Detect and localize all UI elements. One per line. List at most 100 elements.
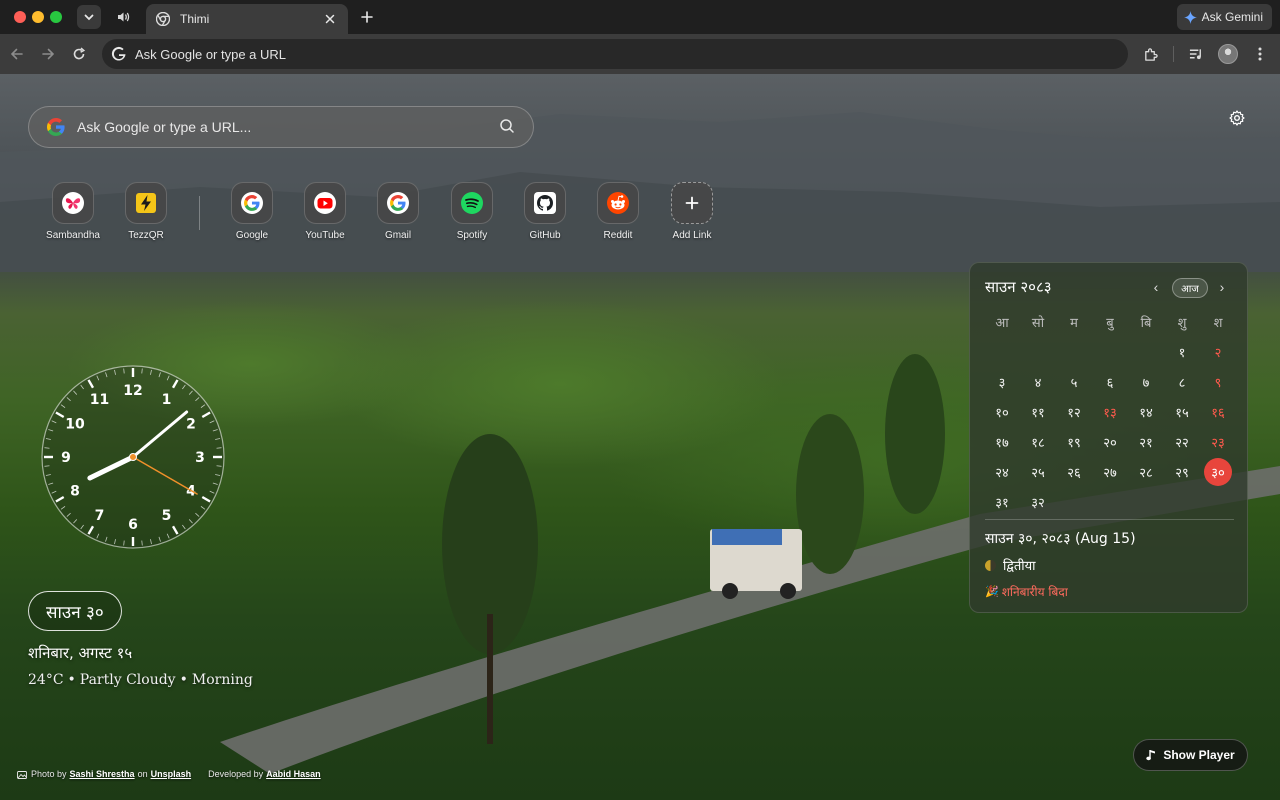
calendar-day[interactable]: ३० xyxy=(1200,457,1236,487)
calendar-today-button[interactable]: आज xyxy=(1172,278,1208,298)
active-tab[interactable]: Thimi xyxy=(146,4,348,34)
calendar-day[interactable]: १८ xyxy=(1020,427,1056,457)
developer-link[interactable]: Aabid Hasan xyxy=(266,769,321,779)
github-icon xyxy=(524,182,566,224)
calendar-day[interactable]: २९ xyxy=(1164,457,1200,487)
gear-icon[interactable] xyxy=(1227,108,1247,128)
calendar-day[interactable]: ९ xyxy=(1200,367,1236,397)
shortcut-youtube[interactable]: YouTube xyxy=(289,182,361,241)
calendar-day-number: २१ xyxy=(1139,436,1153,451)
calendar-day[interactable]: ३२ xyxy=(1020,487,1056,517)
unsplash-link[interactable]: Unsplash xyxy=(151,769,192,779)
calendar-day-number: ३ xyxy=(998,376,1006,391)
reddit-icon xyxy=(597,182,639,224)
close-icon[interactable] xyxy=(322,11,338,27)
fullscreen-window-button[interactable] xyxy=(50,11,62,23)
ask-gemini-button[interactable]: Ask Gemini xyxy=(1176,4,1272,30)
calendar-weekday: बु xyxy=(1106,316,1114,331)
full-date: शनिबार, अगस्ट १५ xyxy=(28,644,133,662)
shortcut-label: Add Link xyxy=(672,230,712,241)
address-bar[interactable]: Ask Google or type a URL xyxy=(102,39,1128,69)
nepali-date-pill[interactable]: साउन ३० xyxy=(28,591,122,631)
photo-by-text: Photo by xyxy=(31,769,67,779)
weather-separator: • xyxy=(67,672,76,688)
clock-tick xyxy=(44,465,50,467)
minimize-window-button[interactable] xyxy=(32,11,44,23)
calendar-day[interactable]: २० xyxy=(1092,427,1128,457)
calendar-day[interactable]: १६ xyxy=(1200,397,1236,427)
arrow-right-icon xyxy=(42,48,55,60)
profile-avatar[interactable] xyxy=(1218,44,1238,64)
search-box[interactable]: Ask Google or type a URL... xyxy=(28,106,534,148)
calendar-day[interactable]: ८ xyxy=(1164,367,1200,397)
calendar-day[interactable]: १२ xyxy=(1056,397,1092,427)
calendar-day[interactable]: १९ xyxy=(1056,427,1092,457)
shortcut-gmail[interactable]: Gmail xyxy=(362,182,434,241)
more-menu-icon[interactable] xyxy=(1250,44,1270,64)
media-control-icon[interactable] xyxy=(1186,44,1206,64)
shortcut-tezzqr[interactable]: TezzQR xyxy=(110,182,182,241)
calendar-day[interactable]: १७ xyxy=(984,427,1020,457)
shortcut-sambandha[interactable]: Sambandha xyxy=(37,182,109,241)
calendar-day[interactable]: १३ xyxy=(1092,397,1128,427)
forward-button[interactable] xyxy=(38,44,58,64)
calendar-day-number: १२ xyxy=(1067,406,1081,421)
clock-number: 1 xyxy=(162,392,172,408)
calendar-day[interactable]: २२ xyxy=(1164,427,1200,457)
calendar-day-number: २५ xyxy=(1031,466,1045,481)
calendar-day-number: ८ xyxy=(1178,376,1186,391)
calendar-next-button[interactable]: › xyxy=(1216,279,1228,295)
shortcut-github[interactable]: GitHub xyxy=(509,182,581,241)
calendar-empty-cell xyxy=(1092,337,1128,367)
calendar-day-number: १९ xyxy=(1067,436,1081,451)
calendar-day[interactable]: ३ xyxy=(984,367,1020,397)
calendar-day[interactable]: २ xyxy=(1200,337,1236,367)
search-icon[interactable] xyxy=(499,118,517,136)
back-button[interactable] xyxy=(7,44,27,64)
calendar-day-number: १३ xyxy=(1103,406,1117,421)
calendar-day[interactable]: ५ xyxy=(1056,367,1092,397)
clock-tick xyxy=(44,447,50,449)
calendar-day[interactable]: १० xyxy=(984,397,1020,427)
shortcut-google[interactable]: Google xyxy=(216,182,288,241)
calendar-day[interactable]: १४ xyxy=(1128,397,1164,427)
show-player-button[interactable]: Show Player xyxy=(1133,739,1248,771)
shortcut-spotify[interactable]: Spotify xyxy=(436,182,508,241)
calendar-day[interactable]: ३१ xyxy=(984,487,1020,517)
calendar-month-title: साउन २०८३ xyxy=(985,278,1052,296)
search-input[interactable]: Ask Google or type a URL... xyxy=(77,119,499,135)
arrow-left-icon xyxy=(10,48,23,60)
calendar-day[interactable]: १५ xyxy=(1164,397,1200,427)
calendar-empty-cell xyxy=(1056,337,1092,367)
clock-number: 12 xyxy=(123,383,142,399)
calendar-day[interactable]: ६ xyxy=(1092,367,1128,397)
tab-search-button[interactable] xyxy=(77,5,101,29)
calendar-day[interactable]: २३ xyxy=(1200,427,1236,457)
calendar-day[interactable]: २७ xyxy=(1092,457,1128,487)
calendar-day[interactable]: २४ xyxy=(984,457,1020,487)
calendar-day[interactable]: २६ xyxy=(1056,457,1092,487)
weather-period: Morning xyxy=(191,672,253,688)
extensions-icon[interactable] xyxy=(1140,44,1160,64)
shortcut-label: GitHub xyxy=(529,230,561,241)
close-window-button[interactable] xyxy=(14,11,26,23)
calendar-prev-button[interactable]: ‹ xyxy=(1150,279,1162,295)
shortcut-add-link[interactable]: Add Link xyxy=(656,182,728,241)
speaker-icon[interactable] xyxy=(114,8,134,26)
music-note-icon xyxy=(1146,750,1156,761)
calendar-day[interactable]: ७ xyxy=(1128,367,1164,397)
calendar-day[interactable]: २५ xyxy=(1020,457,1056,487)
photographer-link[interactable]: Sashi Shrestha xyxy=(70,769,135,779)
new-tab-button[interactable] xyxy=(357,7,377,27)
calendar-day[interactable]: २८ xyxy=(1128,457,1164,487)
spotify-icon xyxy=(451,182,493,224)
calendar-day-number: १६ xyxy=(1211,406,1225,421)
calendar-day[interactable]: ११ xyxy=(1020,397,1056,427)
calendar-day[interactable]: ४ xyxy=(1020,367,1056,397)
shortcut-reddit[interactable]: Reddit xyxy=(582,182,654,241)
weather-separator: • xyxy=(179,672,188,688)
calendar-day[interactable]: १ xyxy=(1164,337,1200,367)
reload-button[interactable] xyxy=(69,44,89,64)
calendar-day[interactable]: २१ xyxy=(1128,427,1164,457)
calendar-weekday: बि xyxy=(1140,316,1152,331)
